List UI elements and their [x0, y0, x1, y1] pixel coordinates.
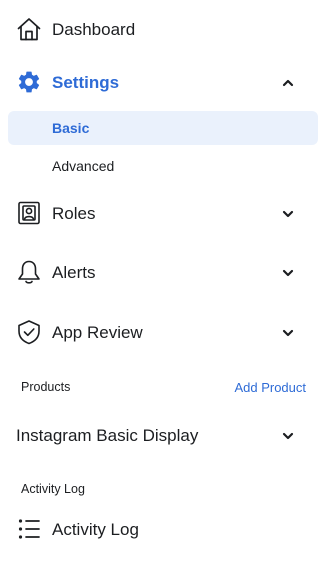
sidebar-item-label: Alerts — [52, 263, 96, 282]
sidebar-item-roles[interactable]: Roles — [0, 198, 326, 230]
sidebar-item-dashboard[interactable]: Dashboard — [0, 14, 326, 46]
list-icon — [16, 516, 42, 542]
product-item-label: Instagram Basic Display — [16, 426, 199, 445]
activity-section-header: Activity Log — [0, 481, 326, 501]
sidebar-item-activity-log[interactable]: Activity Log — [0, 514, 326, 546]
chevron-up-icon[interactable] — [280, 75, 296, 91]
add-product-link[interactable]: Add Product — [234, 380, 306, 395]
sidebar-subitem-advanced[interactable]: Advanced — [8, 149, 318, 183]
sidebar-item-app-review[interactable]: App Review — [0, 317, 326, 349]
id-badge-icon — [16, 200, 42, 226]
sidebar-item-label: Settings — [52, 73, 120, 92]
chevron-down-icon[interactable] — [280, 206, 296, 222]
sidebar-item-label: Dashboard — [52, 20, 136, 39]
activity-section-title: Activity Log — [21, 482, 85, 496]
bell-icon — [16, 259, 42, 285]
products-section-header: Products Add Product — [0, 379, 326, 399]
shield-check-icon — [16, 319, 42, 345]
sidebar-item-label: Roles — [52, 204, 96, 223]
sidebar-subitem-label: Basic — [52, 120, 90, 136]
sidebar-item-label: App Review — [52, 323, 143, 342]
chevron-down-icon[interactable] — [280, 325, 296, 341]
sidebar-item-label: Activity Log — [52, 520, 139, 539]
home-icon — [16, 16, 42, 42]
chevron-down-icon[interactable] — [280, 428, 296, 444]
sidebar-item-settings[interactable]: Settings — [0, 67, 326, 99]
sidebar-nav: Dashboard Settings Basic Advanced Roles … — [0, 0, 326, 568]
sidebar-subitem-label: Advanced — [52, 158, 115, 174]
chevron-down-icon[interactable] — [280, 265, 296, 281]
sidebar-subitem-basic[interactable]: Basic — [8, 111, 318, 145]
sidebar-item-alerts[interactable]: Alerts — [0, 257, 326, 289]
product-item-instagram-basic-display[interactable]: Instagram Basic Display — [0, 420, 326, 452]
products-section-title: Products — [21, 380, 71, 394]
gear-icon — [16, 69, 42, 95]
